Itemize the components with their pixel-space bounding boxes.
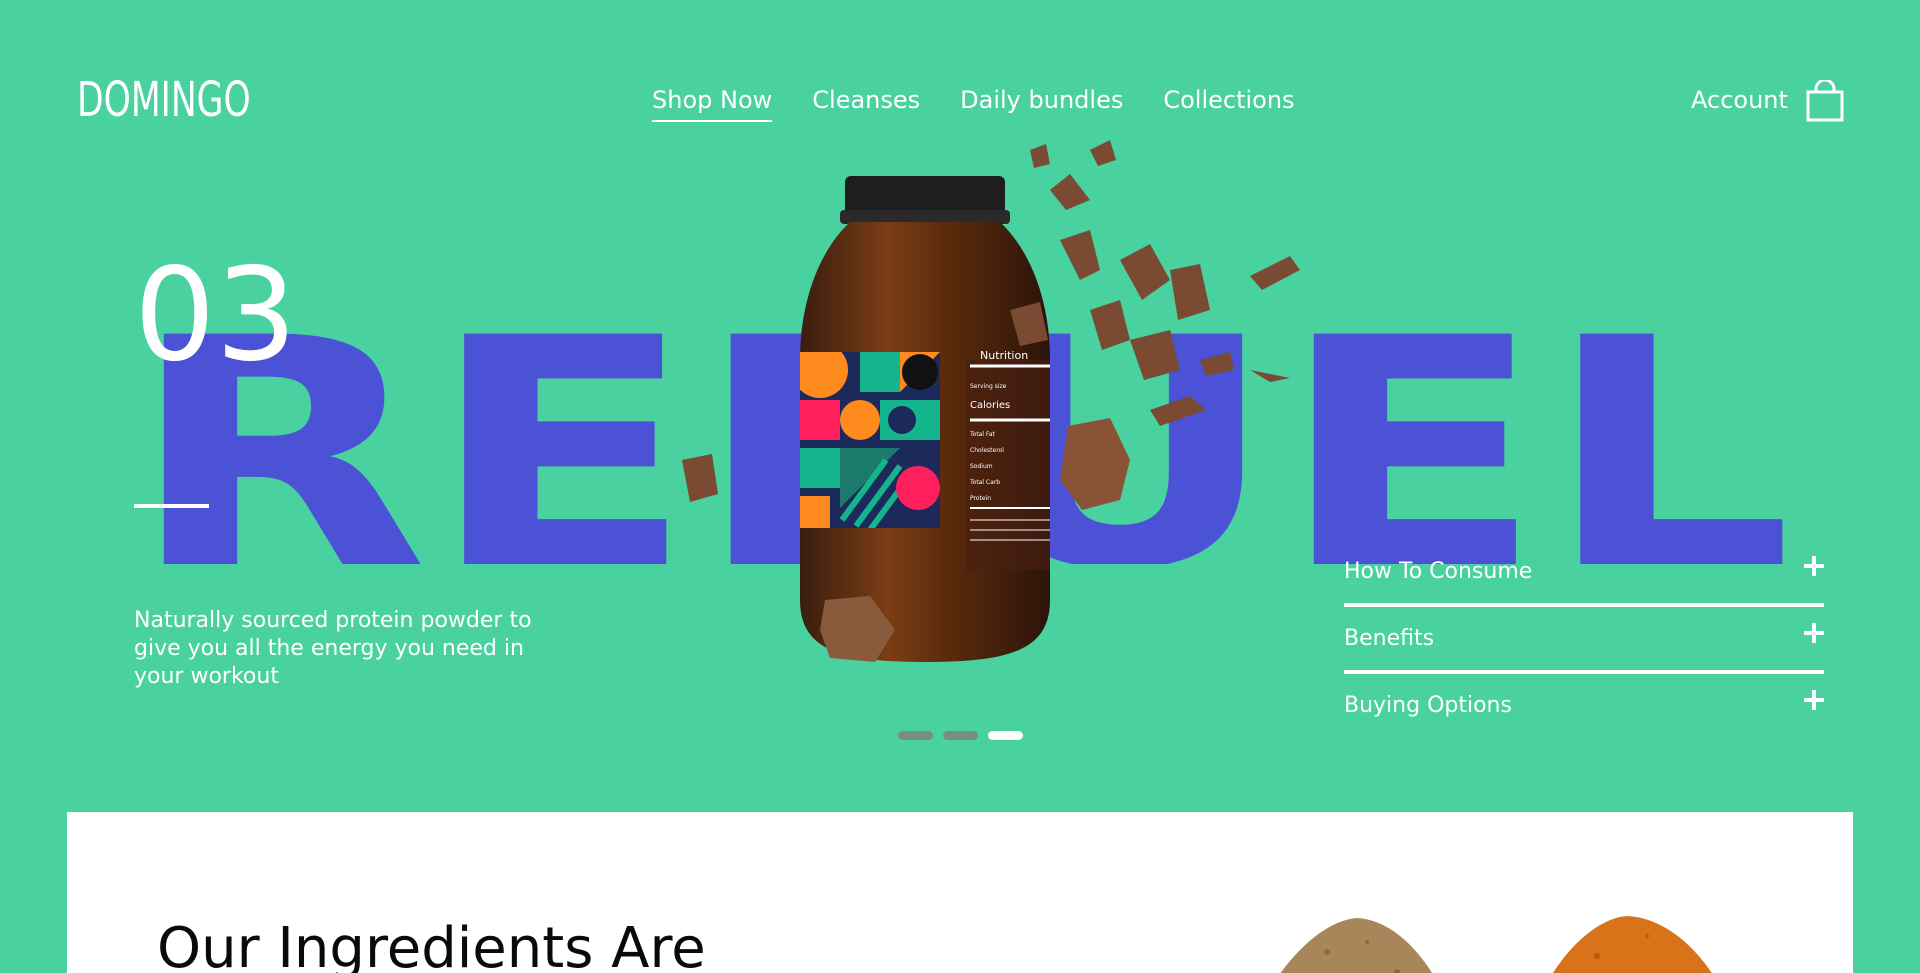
- account-link[interactable]: Account: [1691, 86, 1788, 114]
- svg-text:Total Carb: Total Carb: [969, 479, 1000, 486]
- plus-icon[interactable]: [1804, 623, 1824, 643]
- slider-dot-2[interactable]: [943, 731, 978, 740]
- slider-dot-3[interactable]: [988, 731, 1023, 740]
- svg-text:Protein: Protein: [970, 495, 991, 502]
- slide-number: 03: [134, 241, 297, 390]
- slider-dot-1[interactable]: [898, 731, 933, 740]
- svg-text:Cholesterol: Cholesterol: [970, 447, 1004, 454]
- hero-description: Naturally sourced protein powder to give…: [134, 608, 532, 689]
- accordion-benefits[interactable]: Benefits: [1344, 607, 1824, 670]
- accordion-buying-options[interactable]: Buying Options: [1344, 674, 1824, 737]
- plus-icon[interactable]: [1804, 690, 1824, 710]
- svg-text:Nutrition: Nutrition: [980, 349, 1028, 362]
- svg-text:Calories: Calories: [970, 400, 1010, 411]
- svg-text:Serving size: Serving size: [970, 383, 1007, 390]
- shopping-bag-icon[interactable]: [1806, 80, 1844, 122]
- accordion-label: Benefits: [1344, 626, 1435, 651]
- ingredients-title: Our Ingredients Are: [157, 916, 706, 973]
- accordion-label: How To Consume: [1344, 559, 1533, 584]
- ingredient-turmeric-image: [1552, 916, 1712, 973]
- accordion-label: Buying Options: [1344, 693, 1512, 718]
- slider-pagination: [898, 731, 1023, 740]
- nav-daily-bundles[interactable]: Daily bundles: [960, 86, 1123, 122]
- product-accordion: How To Consume Benefits Buying Options: [1344, 540, 1824, 737]
- ingredient-powder-image: [1280, 918, 1433, 973]
- page: DOMINGO Shop Now Cleanses Daily bundles …: [0, 0, 1920, 973]
- product-image: Nutrition Serving size Calories Total Fa…: [682, 140, 1300, 662]
- hero-divider: [134, 504, 209, 508]
- nav-shop-now[interactable]: Shop Now: [652, 86, 773, 122]
- main-nav: Shop Now Cleanses Daily bundles Collecti…: [652, 86, 1295, 122]
- nav-cleanses[interactable]: Cleanses: [812, 86, 920, 122]
- accordion-how-to-consume[interactable]: How To Consume: [1344, 540, 1824, 603]
- ingredients-section: Our Ingredients Are: [67, 812, 1853, 973]
- plus-icon[interactable]: [1804, 556, 1824, 576]
- brand-logo[interactable]: DOMINGO: [77, 72, 251, 128]
- nav-collections[interactable]: Collections: [1163, 86, 1294, 122]
- svg-text:Total Fat: Total Fat: [969, 431, 995, 438]
- svg-text:Sodium: Sodium: [970, 463, 993, 470]
